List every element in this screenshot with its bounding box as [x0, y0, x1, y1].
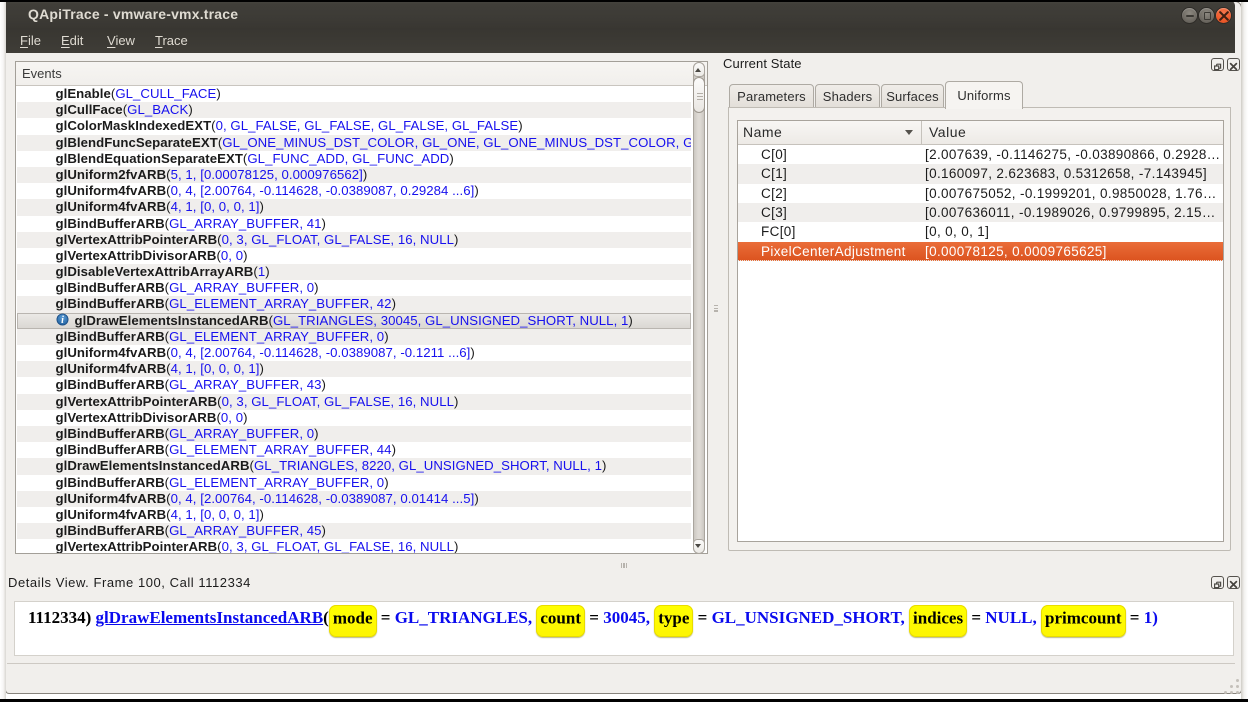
svg-text:i: i [61, 315, 64, 326]
